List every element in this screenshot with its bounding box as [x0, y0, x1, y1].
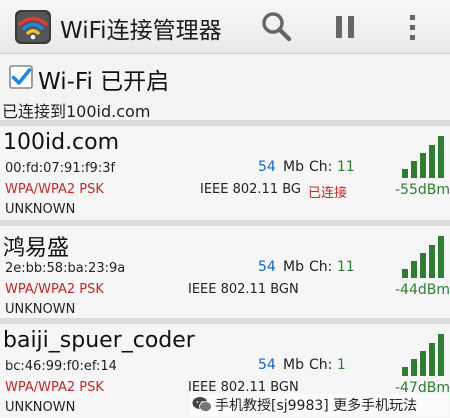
connected-badge: 已连接	[308, 186, 348, 201]
channel-number: 1	[336, 357, 346, 373]
network-channel: Ch: 1	[309, 357, 346, 373]
action-bar: WiFi连接管理器	[0, 0, 450, 54]
wifi-logo-icon	[15, 10, 51, 44]
network-speed-unit: Mb	[283, 159, 304, 175]
network-item[interactable]: 100id.com 00:fd:07:91:f9:3f 54 Mb Ch: 11…	[0, 126, 450, 220]
overflow-menu-icon[interactable]	[394, 8, 432, 46]
network-item[interactable]: 鸿易盛 2e:bb:58:ba:23:9a 54 Mb Ch: 11 WPA/W…	[0, 226, 450, 320]
network-standard: IEEE 802.11 BG	[200, 182, 301, 197]
network-security: WPA/WPA2 PSK	[5, 282, 104, 297]
network-signal: -44dBm	[395, 282, 450, 298]
network-speed: 54	[258, 159, 276, 175]
search-icon[interactable]	[258, 8, 296, 46]
wechat-icon	[192, 397, 212, 412]
connection-status: 已连接到100id.com	[2, 102, 151, 121]
network-vendor: UNKNOWN	[5, 302, 76, 317]
network-security: WPA/WPA2 PSK	[5, 182, 104, 197]
channel-label: Ch:	[309, 259, 333, 275]
channel-number: 11	[336, 159, 355, 175]
network-channel: Ch: 11	[309, 259, 355, 275]
wifi-toggle-row[interactable]: Wi-Fi 已开启	[0, 62, 450, 95]
app-title: WiFi连接管理器	[60, 18, 222, 44]
watermark-text: 手机教授[sj9983] 更多手机玩法	[215, 398, 418, 414]
channel-number: 11	[336, 259, 355, 275]
signal-strength-icon	[402, 334, 444, 376]
wifi-toggle-label: Wi-Fi 已开启	[38, 69, 170, 95]
network-speed-unit: Mb	[283, 259, 304, 275]
signal-strength-icon	[402, 136, 444, 178]
network-bssid: 00:fd:07:91:f9:3f	[5, 161, 116, 176]
network-security: WPA/WPA2 PSK	[5, 380, 104, 395]
network-speed-unit: Mb	[283, 357, 304, 373]
network-bssid: bc:46:99:f0:ef:14	[5, 359, 117, 374]
network-vendor: UNKNOWN	[5, 400, 76, 415]
network-ssid: 100id.com	[3, 130, 120, 155]
network-speed: 54	[258, 259, 276, 275]
network-ssid: 鸿易盛	[3, 236, 70, 261]
network-standard: IEEE 802.11 BGN	[188, 282, 299, 297]
network-standard: IEEE 802.11 BGN	[188, 380, 299, 395]
wifi-enabled-checkbox[interactable]	[9, 65, 33, 89]
network-channel: Ch: 11	[309, 159, 355, 175]
network-vendor: UNKNOWN	[5, 202, 76, 217]
network-bssid: 2e:bb:58:ba:23:9a	[5, 261, 126, 276]
watermark: 手机教授[sj9983] 更多手机玩法	[190, 394, 448, 416]
pause-icon[interactable]	[326, 8, 364, 46]
network-ssid: baiji_spuer_coder	[3, 328, 195, 353]
network-signal: -55dBm	[395, 182, 450, 198]
network-speed: 54	[258, 357, 276, 373]
channel-label: Ch:	[309, 357, 333, 373]
signal-strength-icon	[402, 236, 444, 278]
channel-label: Ch:	[309, 159, 333, 175]
